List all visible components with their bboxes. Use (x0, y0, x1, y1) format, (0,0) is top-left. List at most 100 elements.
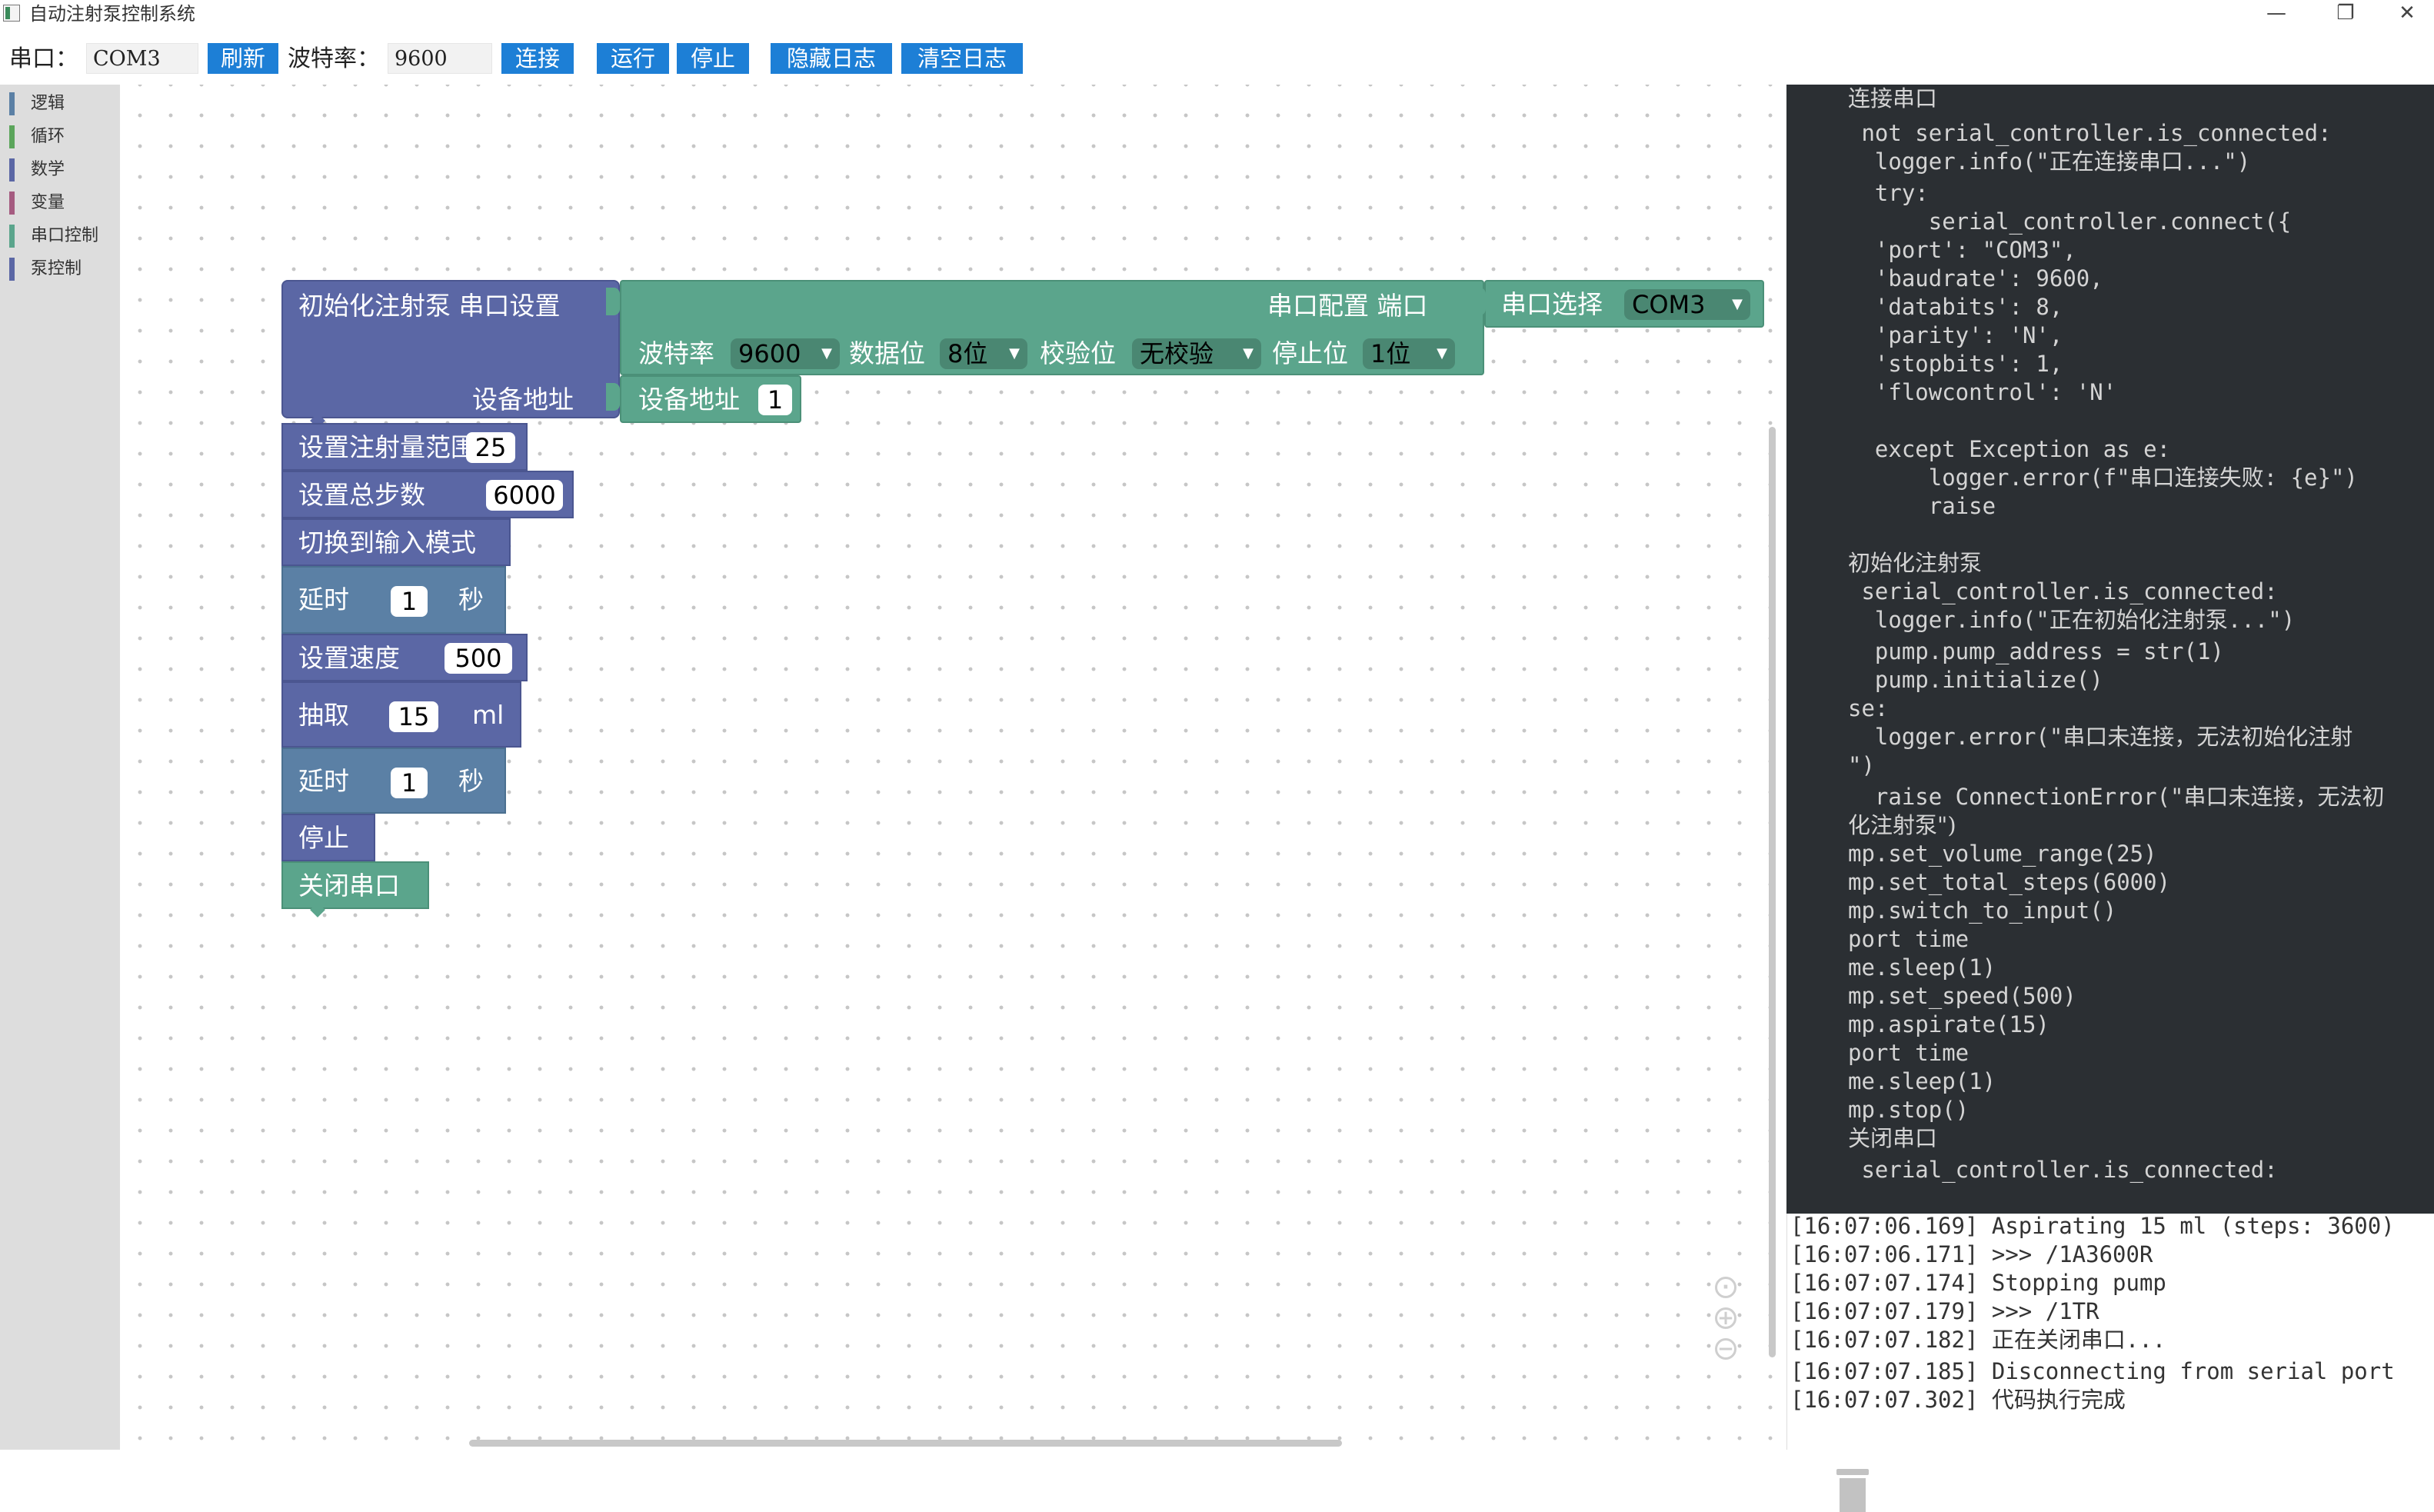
category-label: 数学 (31, 160, 65, 179)
init-pump-block[interactable]: 初始化注射泵 串口设置 设备地址 (281, 280, 620, 418)
serial-config-label: 串口配置 端口 (1267, 291, 1428, 321)
input-notch (606, 383, 620, 411)
chevron-down-icon: ▼ (1243, 345, 1254, 361)
run-button[interactable]: 运行 (597, 43, 669, 74)
code-line: logger.error("串口未连接，无法初始化注射 (1848, 724, 2353, 750)
category-color-variables (9, 191, 15, 215)
category-label: 变量 (31, 193, 65, 212)
category-loop[interactable]: 循环 (9, 125, 65, 148)
code-line: 连接串口 (1848, 85, 1938, 112)
speed-field[interactable]: 500 (445, 643, 512, 674)
app-icon (3, 5, 20, 22)
code-line: mp.switch_to_input() (1848, 898, 2117, 924)
category-color-pump (9, 258, 15, 281)
code-line: pump.pump_address = str(1) (1848, 638, 2224, 664)
code-line: raise ConnectionError("串口未连接，无法初 (1848, 784, 2385, 810)
delay-seconds-field[interactable]: 1 (391, 768, 428, 798)
title-bar: 自动注射泵控制系统 — ❐ ✕ (0, 0, 2434, 29)
zoom-in-icon[interactable]: + (1715, 1307, 1736, 1329)
zoom-reset-icon[interactable]: · (1715, 1277, 1736, 1298)
code-line: try: (1848, 180, 1929, 206)
code-line: 关闭串口 (1848, 1125, 1938, 1151)
stop-button[interactable]: 停止 (677, 43, 749, 74)
databits-value: 8位 (947, 339, 988, 368)
close-serial-block[interactable]: 关闭串口 (281, 861, 429, 909)
port-input[interactable]: COM3 (86, 43, 198, 74)
delay-seconds-field[interactable]: 1 (391, 586, 428, 617)
trash-icon[interactable] (1836, 1469, 1869, 1512)
category-logic[interactable]: 逻辑 (9, 92, 65, 115)
code-line: serial_controller.connect({ (1848, 208, 2292, 235)
code-line: serial_controller.is_connected: (1848, 1157, 2278, 1183)
code-line: 初始化注射泵 (1848, 550, 1983, 576)
category-serial-control[interactable]: 串口控制 (9, 225, 98, 248)
code-line: mp.set_volume_range(25) (1848, 841, 2157, 867)
aspirate-volume-field[interactable]: 15 (389, 701, 438, 732)
stopbits-value: 1位 (1370, 339, 1411, 368)
switch-input-mode-block[interactable]: 切换到输入模式 (281, 518, 511, 566)
blockly-workspace[interactable]: 初始化注射泵 串口设置 设备地址 串口配置 端口 波特率 9600 ▼ 数据位 8… (120, 85, 1869, 1512)
stop-label: 停止 (298, 823, 349, 853)
aspirate-block[interactable]: 抽取 15 ml (281, 681, 521, 748)
hide-log-button[interactable]: 隐藏日志 (771, 43, 892, 74)
category-math[interactable]: 数学 (9, 158, 65, 182)
code-line: 'flowcontrol': 'N' (1848, 379, 2117, 405)
set-total-steps-block[interactable]: 设置总步数 6000 (281, 471, 574, 518)
delay-block[interactable]: 延时 1 秒 (281, 748, 506, 814)
set-speed-block[interactable]: 设置速度 500 (281, 634, 528, 681)
clear-log-button[interactable]: 清空日志 (901, 43, 1023, 74)
close-serial-label: 关闭串口 (298, 871, 400, 901)
code-line: raise (1848, 493, 1996, 519)
workspace-vertical-scrollbar[interactable] (1769, 427, 1776, 1357)
delay-label: 延时 (298, 584, 349, 614)
input-notch (1472, 288, 1486, 315)
device-address-block[interactable]: 设备地址 1 (620, 375, 801, 423)
delay-block[interactable]: 延时 1 秒 (281, 566, 506, 634)
set-volume-range-block[interactable]: 设置注射量范围 25 (281, 423, 528, 471)
code-line: not serial_controller.is_connected: (1848, 120, 2332, 146)
minimize-button[interactable]: — (2249, 0, 2303, 26)
category-variables[interactable]: 变量 (9, 191, 65, 215)
steps-field[interactable]: 6000 (486, 480, 563, 511)
parity-dropdown[interactable]: 无校验 ▼ (1132, 338, 1261, 369)
baud-dropdown[interactable]: 9600 ▼ (731, 338, 840, 369)
databits-dropdown[interactable]: 8位 ▼ (940, 338, 1027, 369)
zoom-out-icon[interactable]: − (1715, 1338, 1736, 1360)
log-line: [16:07:07.174] Stopping pump (1790, 1270, 2166, 1296)
code-line: ") (1848, 752, 1875, 778)
workspace-horizontal-scrollbar[interactable] (469, 1440, 1342, 1447)
code-line: 'parity': 'N', (1848, 322, 2063, 348)
restore-button[interactable]: ❐ (2319, 0, 2372, 26)
switch-input-label: 切换到输入模式 (298, 528, 476, 558)
log-line: [16:07:07.185] Disconnecting from serial… (1790, 1358, 2395, 1384)
stop-pump-block[interactable]: 停止 (281, 814, 375, 861)
log-line: [16:07:06.171] >>> /1A3600R (1790, 1241, 2153, 1267)
input-notch (606, 288, 620, 315)
code-line: se: (1848, 695, 1889, 721)
seconds-unit: 秒 (458, 766, 484, 796)
chevron-down-icon: ▼ (1437, 345, 1447, 361)
code-line: mp.set_total_steps(6000) (1848, 869, 2171, 895)
log-line: [16:07:07.179] >>> /1TR (1790, 1298, 2099, 1324)
close-button[interactable]: ✕ (2380, 0, 2434, 26)
category-label: 逻辑 (31, 94, 65, 113)
parity-label: 校验位 (1040, 338, 1116, 368)
baud-input[interactable]: 9600 (388, 43, 492, 74)
code-line: port time (1848, 926, 1970, 952)
set-speed-label: 设置速度 (298, 643, 400, 673)
trash-lid (1836, 1469, 1869, 1475)
baud-label: 波特率 (638, 338, 714, 368)
port-dropdown[interactable]: COM3 ▼ (1624, 289, 1750, 320)
category-label: 循环 (31, 127, 65, 146)
stopbits-dropdown[interactable]: 1位 ▼ (1363, 338, 1455, 369)
init-addr-label: 设备地址 (472, 385, 574, 415)
delay-label: 延时 (298, 766, 349, 796)
serial-config-block[interactable]: 串口配置 端口 波特率 9600 ▼ 数据位 8位 ▼ 校验位 无校验 ▼ 停止位 1… (620, 280, 1484, 375)
refresh-button[interactable]: 刷新 (208, 43, 278, 74)
range-field[interactable]: 25 (466, 432, 515, 463)
port-select-block[interactable]: 串口选择 COM3 ▼ (1484, 280, 1764, 328)
category-pump-control[interactable]: 泵控制 (9, 258, 82, 281)
device-address-field[interactable]: 1 (758, 385, 792, 415)
databits-label: 数据位 (849, 338, 925, 368)
connect-button[interactable]: 连接 (501, 43, 574, 74)
